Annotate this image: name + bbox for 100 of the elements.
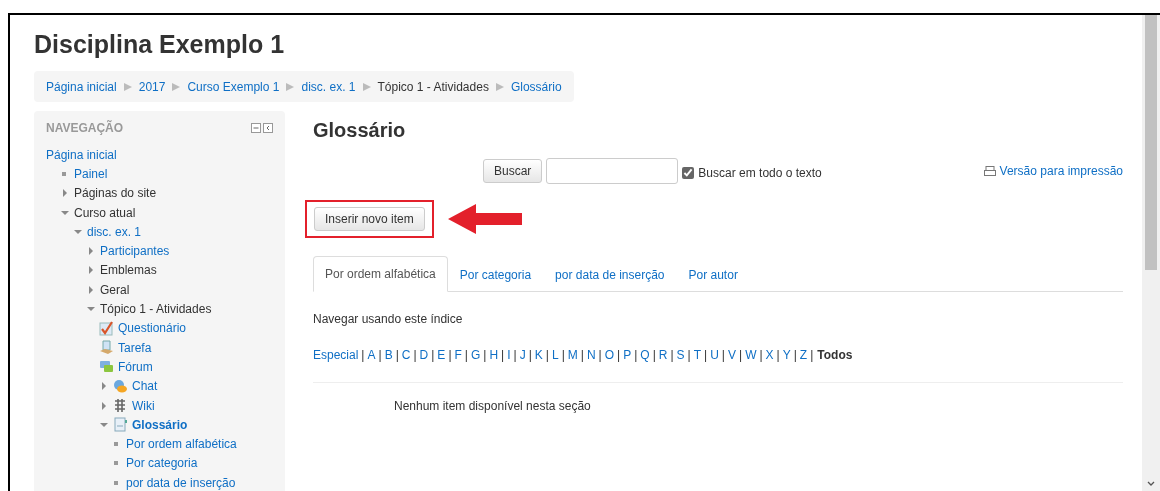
separator: | (739, 347, 743, 365)
separator-icon (361, 81, 372, 92)
index-letter[interactable]: N (586, 346, 596, 365)
separator-icon (285, 81, 296, 92)
nav-item[interactable]: Curso atual (74, 203, 136, 222)
nav-link[interactable]: Tarefa (118, 338, 152, 357)
nav-item[interactable]: Páginas do site (74, 184, 157, 203)
collapsed-arrow-icon[interactable] (99, 400, 109, 411)
nav-link[interactable]: Painel (74, 164, 108, 183)
document-icon (99, 340, 114, 356)
index-letter[interactable]: A (367, 346, 376, 365)
index-letter[interactable]: J (519, 346, 526, 365)
separator-icon (171, 81, 182, 92)
speech-bubbles-icon (99, 359, 114, 375)
nav-item[interactable]: Geral (100, 280, 130, 299)
tab[interactable]: por data de inserção (543, 256, 677, 293)
separator: | (704, 347, 708, 365)
nav-link[interactable]: Questionário (118, 319, 187, 338)
nav-link[interactable]: Wiki (132, 396, 155, 415)
index-caption: Navegar usando este índice (313, 311, 464, 329)
index-letter[interactable]: S (676, 346, 685, 365)
nav-link[interactable]: Por ordem alfabética (126, 435, 237, 454)
nav-link[interactable]: disc. ex. 1 (87, 222, 142, 241)
checkbox[interactable] (682, 166, 695, 179)
separator: | (634, 347, 638, 365)
nav-link[interactable]: Página inicial (46, 145, 117, 164)
collapsed-arrow-icon[interactable] (60, 188, 70, 199)
grid-icon (113, 398, 128, 413)
breadcrumb-link[interactable]: Curso Exemplo 1 (187, 77, 280, 96)
index-letter[interactable]: Z (799, 346, 808, 365)
checkmark-icon (99, 320, 114, 336)
separator-icon (122, 81, 133, 92)
index-letter[interactable]: K (534, 346, 543, 365)
index-letter[interactable]: U (710, 346, 719, 365)
print-link[interactable]: Versão para impressão (999, 162, 1123, 180)
collapsed-arrow-icon[interactable] (86, 284, 96, 295)
index-letter[interactable]: Q (640, 346, 650, 365)
search-field[interactable] (546, 158, 679, 184)
separator: | (617, 347, 621, 365)
index-letter[interactable]: H (489, 346, 499, 365)
index-letter[interactable]: I (507, 346, 511, 365)
index-letter[interactable]: B (384, 346, 393, 365)
nav-link[interactable]: Chat (132, 377, 158, 396)
index-letter[interactable]: P (623, 346, 632, 365)
separator-icon (494, 81, 505, 92)
index-letter[interactable]: C (401, 346, 411, 365)
index-letter[interactable]: G (470, 346, 481, 365)
nav-link[interactable]: Por categoria (126, 454, 198, 473)
breadcrumb-link[interactable]: Glossário (510, 77, 562, 96)
index-letter[interactable]: D (419, 346, 429, 365)
index-letter[interactable]: Y (782, 346, 791, 365)
nav-item[interactable]: Emblemas (100, 261, 157, 280)
scrollbar[interactable] (1142, 15, 1160, 491)
checkbox-label: Buscar em todo o texto (698, 165, 822, 182)
breadcrumb-link[interactable]: disc. ex. 1 (301, 77, 356, 96)
section-heading: Glossário (313, 118, 407, 142)
nav-link[interactable]: por data de inserção (126, 473, 236, 491)
nav-link[interactable]: Glossário (132, 415, 188, 434)
index-letter[interactable]: E (437, 346, 446, 365)
index-letter[interactable]: L (551, 346, 559, 365)
separator: | (361, 347, 365, 365)
separator: | (687, 347, 691, 365)
page-title: Disciplina Exemplo 1 (34, 29, 286, 59)
separator: | (501, 347, 505, 365)
separator: | (580, 347, 584, 365)
index-letter[interactable]: F (454, 346, 462, 365)
index-letter[interactable]: R (658, 346, 668, 365)
separator: | (395, 347, 399, 365)
index-letter[interactable]: X (765, 346, 774, 365)
scroll-down-icon[interactable] (1147, 481, 1155, 487)
tab[interactable]: Por autor (676, 256, 750, 293)
index-letter[interactable]: V (728, 346, 736, 365)
breadcrumb-link[interactable]: Página inicial (46, 77, 117, 96)
index-letter[interactable]: Especial (313, 346, 359, 365)
tab[interactable]: Por categoria (447, 256, 544, 293)
index-letter[interactable]: O (604, 346, 615, 365)
chat-bubble-icon (113, 378, 128, 394)
separator: | (483, 347, 487, 365)
breadcrumb-link[interactable]: 2017 (138, 77, 166, 96)
expanded-arrow-icon[interactable] (86, 304, 96, 314)
tab[interactable]: Por ordem alfabética (313, 256, 448, 293)
index-letter[interactable]: M (567, 346, 578, 365)
separator: | (513, 347, 517, 365)
index-letter[interactable]: Todos (817, 346, 853, 365)
add-item-button[interactable]: Inserir novo item (314, 207, 425, 232)
separator: | (413, 347, 417, 365)
collapsed-arrow-icon[interactable] (86, 265, 96, 276)
panel-controls-icon (251, 123, 273, 133)
nav-item[interactable]: Tópico 1 - Atividades (100, 300, 212, 318)
separator: | (431, 347, 435, 365)
index-letter[interactable]: W (745, 346, 757, 365)
collapsed-arrow-icon[interactable] (99, 381, 109, 392)
breadcrumb-text: Tópico 1 - Atividades (377, 78, 489, 96)
nav-link[interactable]: Fórum (118, 357, 153, 376)
nav-link[interactable]: Participantes (100, 242, 170, 261)
search-button[interactable]: Buscar (483, 158, 543, 184)
separator: | (776, 347, 780, 365)
separator: | (528, 347, 532, 365)
index-letter[interactable]: T (693, 346, 702, 365)
collapsed-arrow-icon[interactable] (86, 246, 96, 257)
